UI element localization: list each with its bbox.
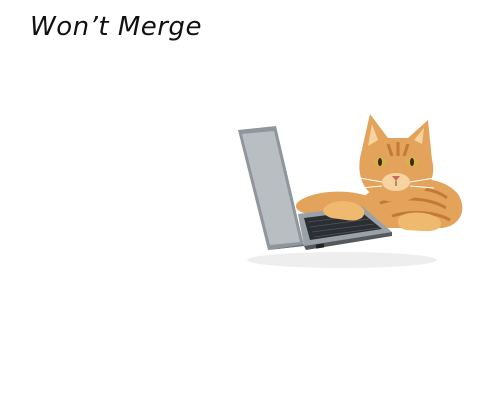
shadow bbox=[247, 252, 437, 268]
meme-canvas: Won’t Merge bbox=[0, 0, 500, 417]
cat-laptop-photo bbox=[232, 98, 470, 276]
cat-laptop-illustration bbox=[238, 114, 463, 268]
meme-caption: Won’t Merge bbox=[30, 12, 202, 42]
